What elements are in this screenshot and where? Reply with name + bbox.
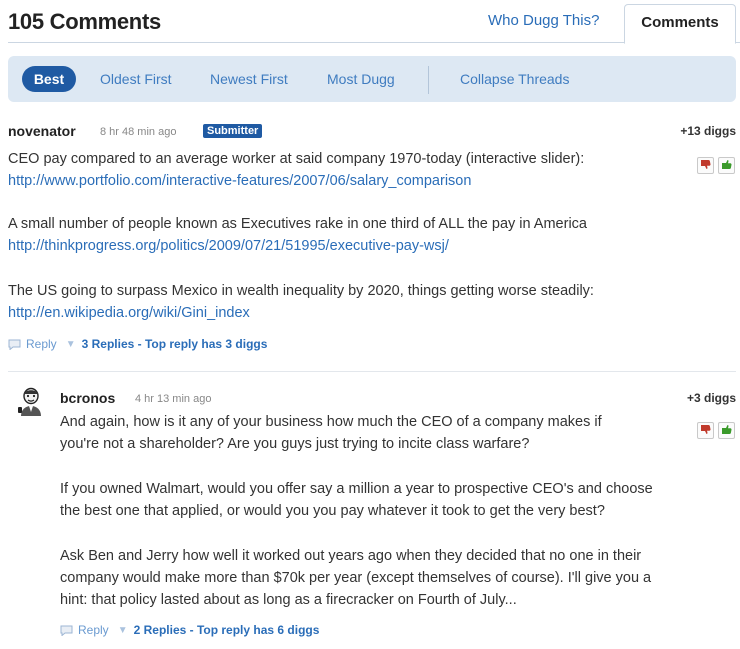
comment-actions: Reply ▼ 2 Replies - Top reply has 6 digg… bbox=[60, 622, 319, 638]
sort-divider bbox=[428, 66, 429, 94]
digg-button[interactable] bbox=[718, 422, 735, 439]
thumbs-up-icon bbox=[721, 157, 732, 175]
caret-down-icon: ▼ bbox=[65, 338, 76, 350]
comment-actions: Reply ▼ 3 Replies - Top reply has 3 digg… bbox=[8, 336, 267, 352]
comment-text: you're not a shareholder? Are you guys j… bbox=[60, 436, 530, 452]
sort-bar: Best Oldest First Newest First Most Dugg… bbox=[8, 56, 736, 102]
comment-username[interactable]: bcronos bbox=[60, 390, 115, 406]
digg-count: +3 diggs bbox=[686, 391, 736, 405]
bury-button[interactable] bbox=[697, 422, 714, 439]
submitter-badge: Submitter bbox=[203, 124, 263, 138]
thumbs-up-icon bbox=[721, 422, 732, 440]
digg-count: +13 diggs bbox=[680, 124, 736, 138]
reply-button[interactable]: Reply bbox=[78, 623, 109, 637]
comment-text: CEO pay compared to an average worker at… bbox=[8, 151, 585, 167]
tab-comments[interactable]: Comments bbox=[624, 4, 736, 44]
collapse-threads[interactable]: Collapse Threads bbox=[460, 71, 569, 87]
comment-text: Ask Ben and Jerry how well it worked out… bbox=[60, 548, 642, 564]
caret-down-icon: ▼ bbox=[117, 624, 128, 636]
comment-text: company would make more than $70k per ye… bbox=[60, 570, 652, 586]
comment-text: If you owned Walmart, would you offer sa… bbox=[60, 481, 653, 497]
comment-divider bbox=[8, 371, 736, 372]
replies-toggle[interactable]: 3 Replies - Top reply has 3 diggs bbox=[82, 337, 268, 351]
comment-timestamp: 4 hr 13 min ago bbox=[135, 393, 212, 405]
sort-best-button[interactable]: Best bbox=[22, 66, 76, 92]
comment-text: the best one that applied, or would you … bbox=[60, 503, 605, 519]
comment-text: hint: that policy lasted about as long a… bbox=[60, 592, 517, 608]
comment-text: And again, how is it any of your busines… bbox=[60, 414, 602, 430]
thumbs-down-icon bbox=[700, 422, 711, 440]
reply-button[interactable]: Reply bbox=[26, 337, 57, 351]
comment-link[interactable]: http://www.portfolio.com/interactive-fea… bbox=[8, 173, 471, 189]
sort-most-dugg[interactable]: Most Dugg bbox=[327, 71, 395, 87]
page-title: 105 Comments bbox=[8, 9, 161, 34]
digg-button[interactable] bbox=[718, 157, 735, 174]
speech-bubble-icon bbox=[8, 339, 21, 351]
replies-toggle[interactable]: 2 Replies - Top reply has 6 diggs bbox=[134, 623, 320, 637]
comments-header: 105 Comments Who Dugg This? Comments bbox=[0, 0, 740, 44]
comment-text: A small number of people known as Execut… bbox=[8, 216, 587, 232]
avatar[interactable] bbox=[18, 387, 44, 417]
tab-who-dugg[interactable]: Who Dugg This? bbox=[488, 12, 599, 29]
bury-button[interactable] bbox=[697, 157, 714, 174]
sort-newest-first[interactable]: Newest First bbox=[210, 71, 288, 87]
comment-link[interactable]: http://thinkprogress.org/politics/2009/0… bbox=[8, 238, 449, 254]
comment-username[interactable]: novenator bbox=[8, 123, 76, 139]
comment-link[interactable]: http://en.wikipedia.org/wiki/Gini_index bbox=[8, 305, 250, 321]
speech-bubble-icon bbox=[60, 625, 73, 637]
comment-timestamp: 8 hr 48 min ago bbox=[100, 126, 177, 138]
comment-text: The US going to surpass Mexico in wealth… bbox=[8, 283, 594, 299]
thumbs-down-icon bbox=[700, 157, 711, 175]
sort-oldest-first[interactable]: Oldest First bbox=[100, 71, 172, 87]
